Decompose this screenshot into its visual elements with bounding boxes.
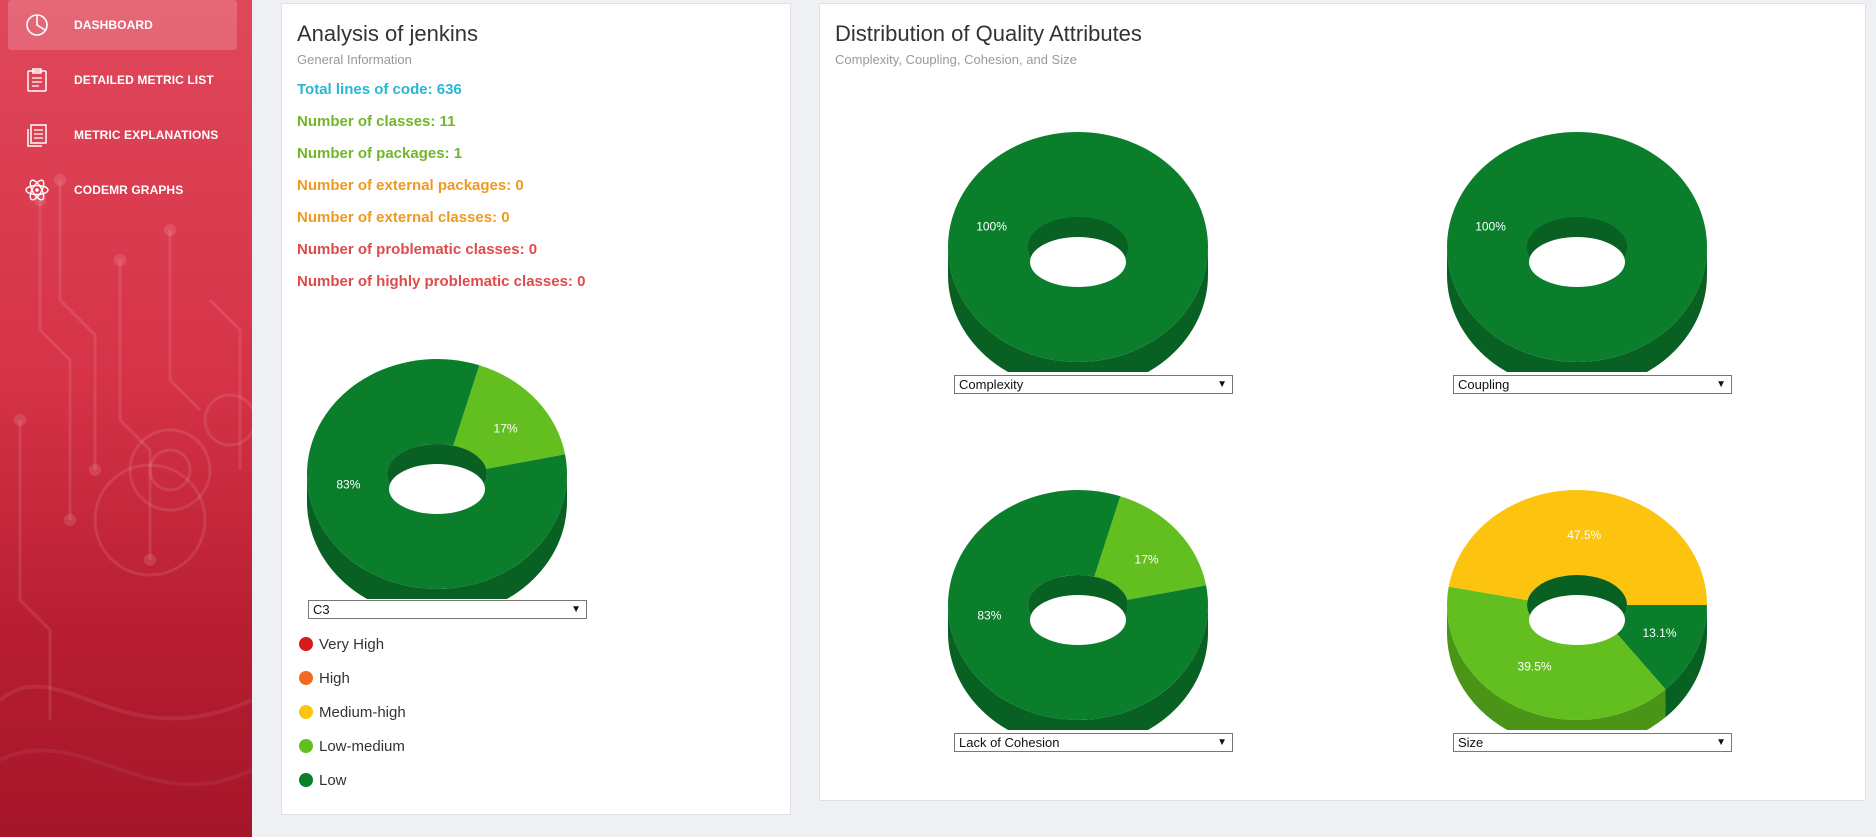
donut-hole [1028, 575, 1128, 645]
donut-label-low-medium: 17% [494, 422, 518, 436]
donut-label-medium-high: 47.5% [1567, 528, 1601, 542]
donut-label-low: 100% [976, 219, 1007, 233]
sidebar: DASHBOARD DETAILED METRIC LIST METRIC EX… [0, 0, 252, 837]
cohesion-donut-chart: 17% 83% [948, 490, 1208, 730]
distribution-subtitle: Complexity, Coupling, Cohesion, and Size [835, 52, 1077, 67]
donut-label-low: 100% [1475, 219, 1506, 233]
sidebar-item-label: DASHBOARD [74, 18, 153, 32]
sidebar-item-label: DETAILED METRIC LIST [74, 73, 214, 87]
donut-hole [1527, 217, 1627, 287]
sidebar-item-label: METRIC EXPLANATIONS [74, 128, 219, 142]
size-donut-chart: 13.1% 39.5% 47.5% [1447, 490, 1707, 730]
sidebar-item-codemr-graphs[interactable]: CODEMR GRAPHS [8, 165, 237, 215]
legend-item-high: High [299, 661, 406, 695]
c3-donut-chart: 17% 83% [307, 359, 567, 599]
donut-label-low-medium: 17% [1135, 553, 1159, 567]
donut-hole-center [1030, 237, 1126, 287]
donut-label-low-medium: 39.5% [1518, 660, 1552, 674]
legend-label: Low [319, 771, 347, 789]
legend-label: Medium-high [319, 703, 406, 721]
legend-label: Low-medium [319, 737, 405, 755]
donut-label-low: 13.1% [1642, 626, 1676, 640]
select-arrow-icon: ▼ [1716, 379, 1726, 390]
analysis-panel: Analysis of jenkins General Information … [281, 3, 791, 815]
clipboard-list-icon [22, 65, 52, 95]
donut-hole [1527, 575, 1627, 645]
sidebar-item-detailed-metric-list[interactable]: DETAILED METRIC LIST [8, 55, 237, 105]
legend-dot-medium-high [299, 705, 313, 719]
analysis-title: Analysis of jenkins [297, 21, 478, 46]
legend-dot-low [299, 773, 313, 787]
stat-packages: Number of packages: 1 [297, 145, 463, 162]
select-arrow-icon: ▼ [1217, 379, 1227, 390]
cohesion-select[interactable]: Lack of Cohesion ▼ [954, 733, 1233, 752]
atom-icon [22, 175, 52, 205]
stat-problematic-classes: Number of problematic classes: 0 [297, 241, 538, 258]
legend-dot-very-high [299, 637, 313, 651]
donut-hole [1028, 217, 1128, 287]
distribution-title: Distribution of Quality Attributes [835, 21, 1142, 46]
legend-item-low-medium: Low-medium [299, 729, 406, 763]
sidebar-item-label: CODEMR GRAPHS [74, 183, 184, 197]
complexity-select-value: Complexity [959, 377, 1024, 392]
stat-total-lines: Total lines of code: 636 [297, 81, 462, 98]
stat-external-packages: Number of external packages: 0 [297, 177, 524, 194]
stat-classes: Number of classes: 11 [297, 113, 456, 130]
document-icon [22, 120, 52, 150]
select-arrow-icon: ▼ [571, 604, 581, 615]
risk-legend: Very High High Medium-high Low-medium Lo… [299, 627, 406, 797]
legend-label: High [319, 669, 350, 687]
size-select[interactable]: Size ▼ [1453, 733, 1732, 752]
donut-label-low: 83% [336, 477, 360, 491]
donut-label-low: 83% [977, 608, 1001, 622]
c3-metric-select[interactable]: C3 ▼ [308, 600, 587, 619]
legend-item-medium-high: Medium-high [299, 695, 406, 729]
select-arrow-icon: ▼ [1716, 737, 1726, 748]
distribution-panel: Distribution of Quality Attributes Compl… [819, 3, 1866, 801]
size-select-value: Size [1458, 735, 1484, 750]
coupling-select-value: Coupling [1458, 377, 1510, 392]
coupling-select[interactable]: Coupling ▼ [1453, 375, 1732, 394]
legend-item-low: Low [299, 763, 406, 797]
coupling-donut-chart: 100% [1447, 132, 1707, 372]
complexity-donut-chart: 100% [948, 132, 1208, 372]
cohesion-select-value: Lack of Cohesion [959, 735, 1060, 750]
sidebar-item-dashboard[interactable]: DASHBOARD [8, 0, 237, 50]
donut-hole-center [1529, 237, 1625, 287]
legend-dot-high [299, 671, 313, 685]
analysis-subtitle: General Information [297, 52, 412, 67]
donut-hole-center [1030, 595, 1126, 645]
stat-external-classes: Number of external classes: 0 [297, 209, 510, 226]
donut-hole-center [1529, 595, 1625, 645]
c3-metric-select-value: C3 [313, 602, 330, 617]
select-arrow-icon: ▼ [1217, 737, 1227, 748]
donut-hole [387, 444, 487, 514]
dashboard-icon [22, 10, 52, 40]
complexity-select[interactable]: Complexity ▼ [954, 375, 1233, 394]
legend-label: Very High [319, 635, 385, 653]
legend-dot-low-medium [299, 739, 313, 753]
donut-hole-center [389, 464, 485, 514]
sidebar-item-metric-explanations[interactable]: METRIC EXPLANATIONS [8, 110, 237, 160]
stat-highly-problematic-classes: Number of highly problematic classes: 0 [297, 273, 586, 290]
legend-item-very-high: Very High [299, 627, 406, 661]
